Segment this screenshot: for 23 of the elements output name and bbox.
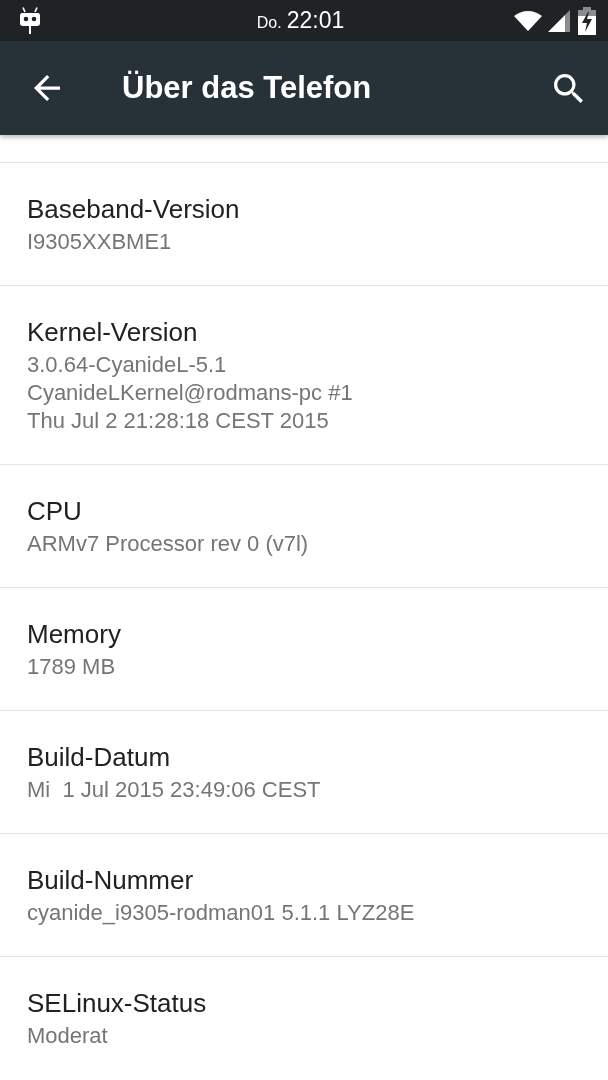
battery-charging-icon	[578, 6, 596, 35]
signal-icon	[548, 9, 570, 32]
setting-title: CPU	[27, 496, 82, 526]
setting-value: 1789 MB	[27, 653, 116, 681]
setting-title: Build-Nummer	[27, 865, 194, 895]
setting-value: ARMv7 Processor rev 0 (v7l)	[27, 530, 309, 558]
setting-title: Baseband-Version	[27, 194, 240, 224]
day-label: Do.	[256, 14, 282, 32]
clock-time: 22:01	[286, 7, 345, 34]
robot-head-icon	[19, 7, 41, 34]
search-icon	[553, 73, 583, 103]
setting-value: Moderat	[27, 1022, 108, 1050]
setting-value: cyanide_i9305-rodman01 5.1.1 LYZ28E	[27, 899, 415, 927]
setting-value: 3.0.64-CyanideL-5.1 CyanideLKernel@rodmans-pc #1 Thu Jul 2 21:28:18 CEST 2015	[27, 351, 353, 435]
setting-title: Build-Datum	[27, 742, 171, 772]
setting-value: I9305XXBME1	[27, 228, 172, 256]
setting-title: Memory	[27, 619, 121, 649]
setting-value: Mi 1 Jul 2015 23:49:06 CEST	[27, 776, 321, 804]
screen-title: Über das Telefon	[122, 70, 372, 106]
setting-title: Kernel-Version	[27, 317, 198, 347]
setting-title: SELinux-Status	[27, 988, 207, 1018]
wifi-icon	[514, 10, 542, 31]
back-arrow-icon	[34, 75, 60, 101]
